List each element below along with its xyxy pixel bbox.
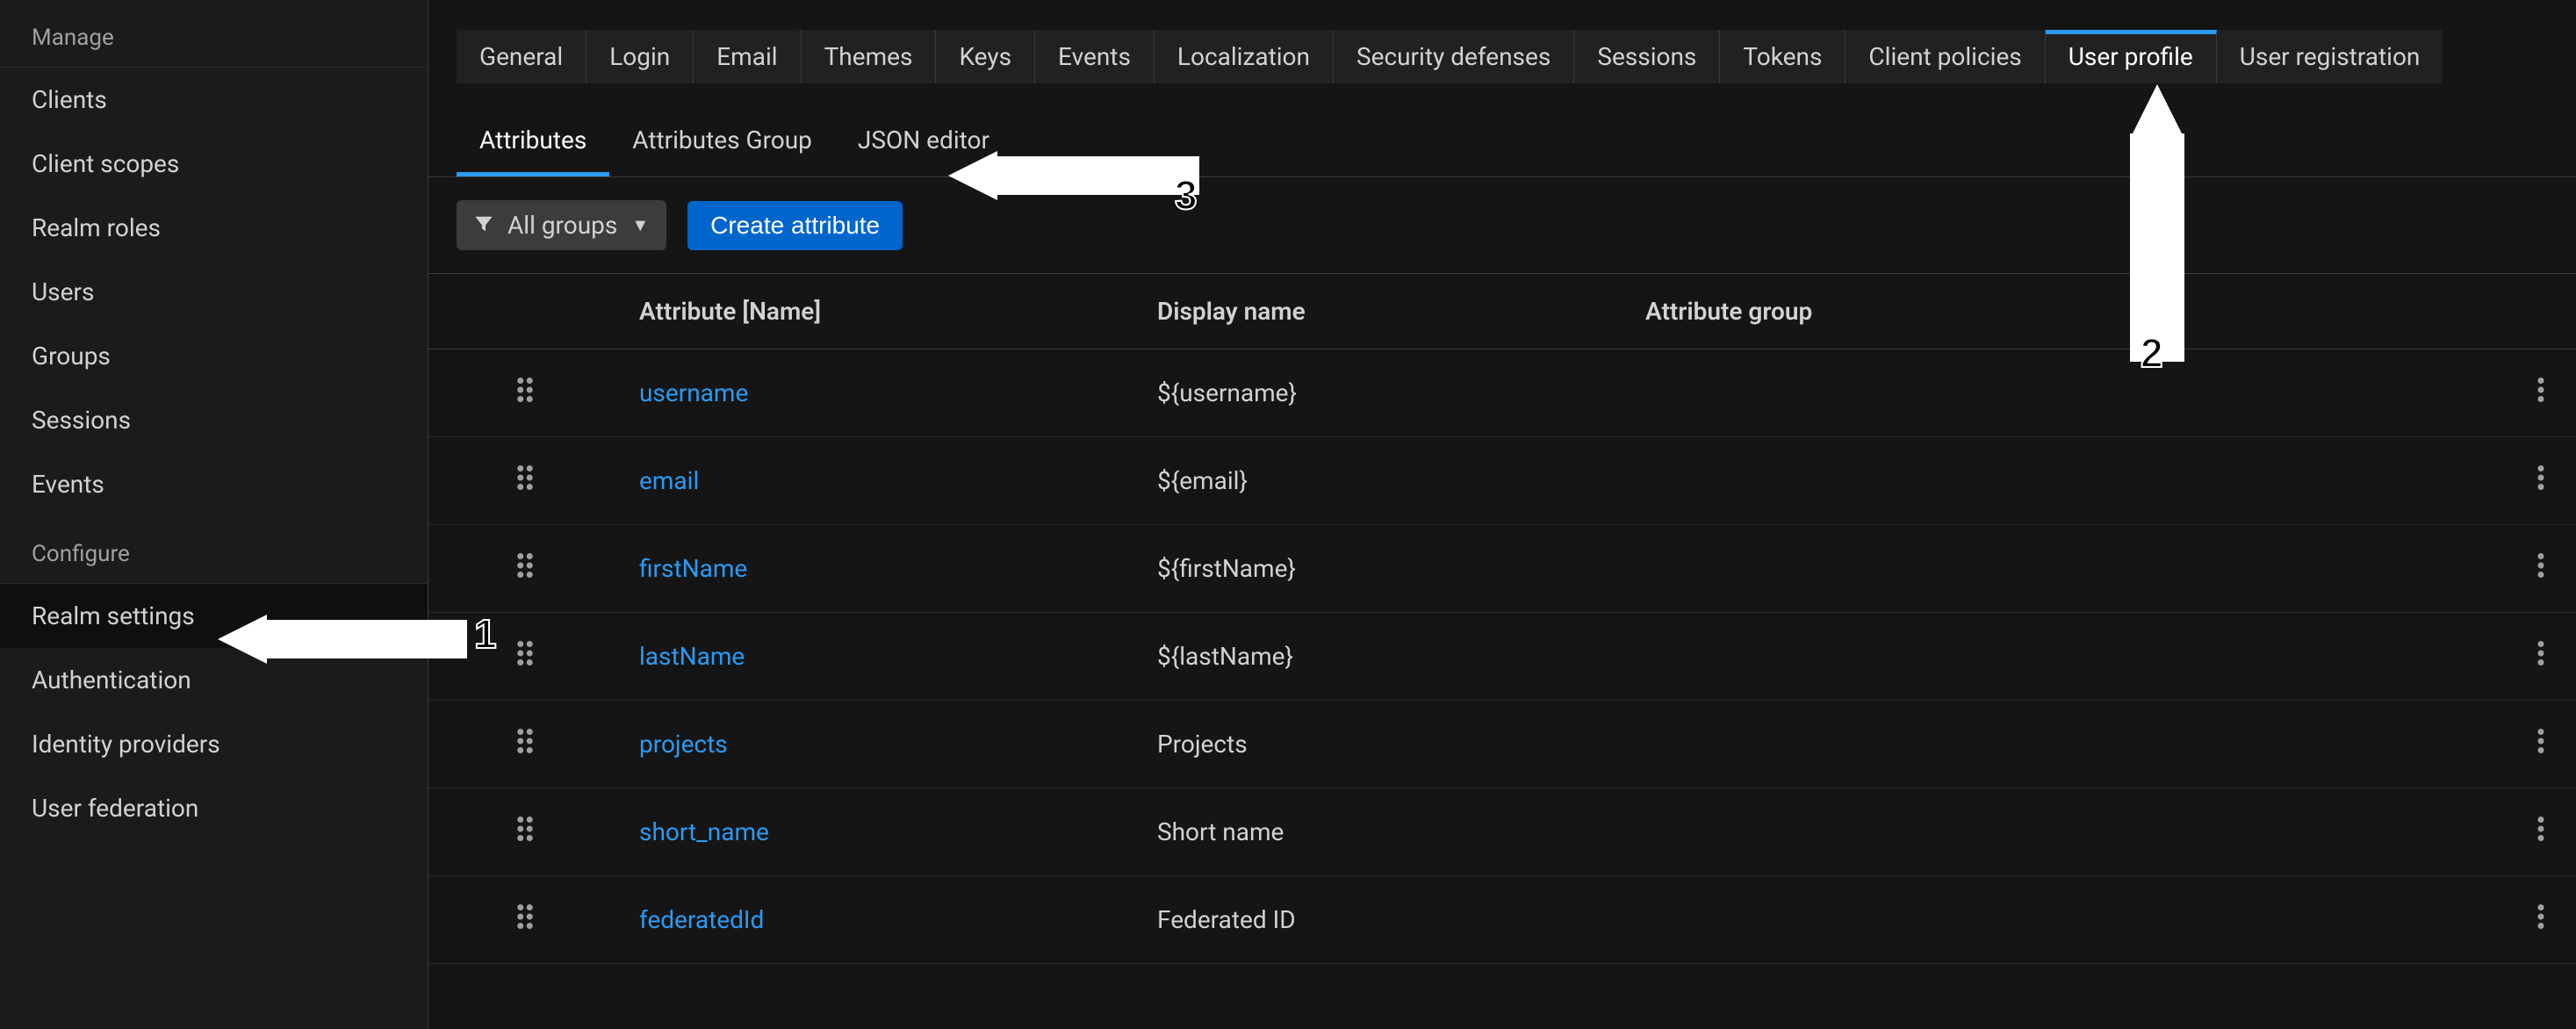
column-attribute-name: Attribute [Name] [622, 274, 1140, 349]
tab-localization[interactable]: Localization [1155, 30, 1334, 83]
table-row: projects Projects [428, 701, 2576, 788]
attribute-group-cell [1628, 525, 2506, 613]
subtab-attributes[interactable]: Attributes [457, 113, 609, 176]
kebab-menu-icon[interactable] [2537, 553, 2544, 584]
tab-events[interactable]: Events [1035, 30, 1155, 83]
subtab-json-editor[interactable]: JSON editor [835, 113, 1012, 176]
chevron-down-icon: ▼ [631, 214, 649, 236]
attributes-table: Attribute [Name] Display name Attribute … [428, 273, 2576, 964]
sidebar-item-sessions[interactable]: Sessions [0, 388, 428, 452]
attribute-group-cell [1628, 876, 2506, 964]
sidebar-item-groups[interactable]: Groups [0, 324, 428, 388]
attribute-group-cell [1628, 701, 2506, 788]
sidebar-item-client-scopes[interactable]: Client scopes [0, 132, 428, 196]
sidebar-item-events[interactable]: Events [0, 452, 428, 516]
tab-general[interactable]: General [457, 30, 586, 83]
tab-user-profile[interactable]: User profile [2046, 30, 2217, 83]
attribute-display-name: Short name [1140, 788, 1628, 876]
sidebar-item-authentication[interactable]: Authentication [0, 648, 428, 712]
attribute-name-link[interactable]: email [639, 466, 699, 495]
kebab-menu-icon[interactable] [2537, 378, 2544, 408]
attribute-display-name: ${lastName} [1140, 613, 1628, 701]
drag-handle-icon[interactable] [517, 904, 533, 935]
sidebar-item-realm-roles[interactable]: Realm roles [0, 196, 428, 260]
sidebar-section-manage: Manage [0, 0, 428, 67]
drag-handle-icon[interactable] [517, 641, 533, 672]
attribute-name-link[interactable]: projects [639, 730, 728, 759]
toolbar: All groups ▼ Create attribute [428, 177, 2576, 273]
tab-sessions[interactable]: Sessions [1574, 30, 1720, 83]
attribute-display-name: Projects [1140, 701, 1628, 788]
sidebar-item-user-federation[interactable]: User federation [0, 776, 428, 840]
tab-login[interactable]: Login [586, 30, 694, 83]
table-row: email ${email} [428, 437, 2576, 525]
sidebar-item-realm-settings[interactable]: Realm settings [0, 584, 428, 648]
column-display-name: Display name [1140, 274, 1628, 349]
attribute-group-cell [1628, 349, 2506, 437]
drag-handle-icon[interactable] [517, 465, 533, 496]
attribute-group-cell [1628, 437, 2506, 525]
attribute-group-cell [1628, 788, 2506, 876]
column-attribute-group: Attribute group [1628, 274, 2506, 349]
filter-label: All groups [507, 211, 617, 240]
realm-tabs: General Login Email Themes Keys Events L… [428, 0, 2576, 83]
table-row: federatedId Federated ID [428, 876, 2576, 964]
main-content: General Login Email Themes Keys Events L… [428, 0, 2576, 1029]
attribute-name-link[interactable]: username [639, 378, 748, 407]
table-row: firstName ${firstName} [428, 525, 2576, 613]
kebab-menu-icon[interactable] [2537, 641, 2544, 672]
table-row: short_name Short name [428, 788, 2576, 876]
sidebar: Manage Clients Client scopes Realm roles… [0, 0, 428, 1029]
attribute-name-link[interactable]: short_name [639, 817, 769, 846]
drag-handle-icon[interactable] [517, 553, 533, 584]
sidebar-item-clients[interactable]: Clients [0, 68, 428, 132]
attribute-name-link[interactable]: federatedId [639, 905, 764, 934]
attribute-name-link[interactable]: lastName [639, 642, 745, 671]
tab-user-registration[interactable]: User registration [2217, 30, 2443, 83]
attribute-display-name: Federated ID [1140, 876, 1628, 964]
attribute-display-name: ${email} [1140, 437, 1628, 525]
tab-keys[interactable]: Keys [936, 30, 1035, 83]
filter-groups-dropdown[interactable]: All groups ▼ [457, 200, 666, 250]
create-attribute-button[interactable]: Create attribute [687, 201, 903, 250]
tab-email[interactable]: Email [694, 30, 801, 83]
drag-handle-icon[interactable] [517, 729, 533, 759]
profile-subtabs: Attributes Attributes Group JSON editor [428, 83, 2576, 177]
subtab-attributes-group[interactable]: Attributes Group [609, 113, 835, 176]
table-row: lastName ${lastName} [428, 613, 2576, 701]
kebab-menu-icon[interactable] [2537, 729, 2544, 759]
sidebar-item-identity-providers[interactable]: Identity providers [0, 712, 428, 776]
filter-icon [474, 211, 493, 240]
attribute-display-name: ${username} [1140, 349, 1628, 437]
tab-client-policies[interactable]: Client policies [1846, 30, 2045, 83]
attribute-display-name: ${firstName} [1140, 525, 1628, 613]
sidebar-item-users[interactable]: Users [0, 260, 428, 324]
drag-handle-icon[interactable] [517, 817, 533, 847]
tab-security-defenses[interactable]: Security defenses [1334, 30, 1574, 83]
kebab-menu-icon[interactable] [2537, 465, 2544, 496]
attribute-name-link[interactable]: firstName [639, 554, 747, 583]
attribute-group-cell [1628, 613, 2506, 701]
table-row: username ${username} [428, 349, 2576, 437]
tab-tokens[interactable]: Tokens [1720, 30, 1846, 83]
kebab-menu-icon[interactable] [2537, 904, 2544, 935]
tab-themes[interactable]: Themes [802, 30, 937, 83]
drag-handle-icon[interactable] [517, 378, 533, 408]
sidebar-section-configure: Configure [0, 516, 428, 583]
kebab-menu-icon[interactable] [2537, 817, 2544, 847]
